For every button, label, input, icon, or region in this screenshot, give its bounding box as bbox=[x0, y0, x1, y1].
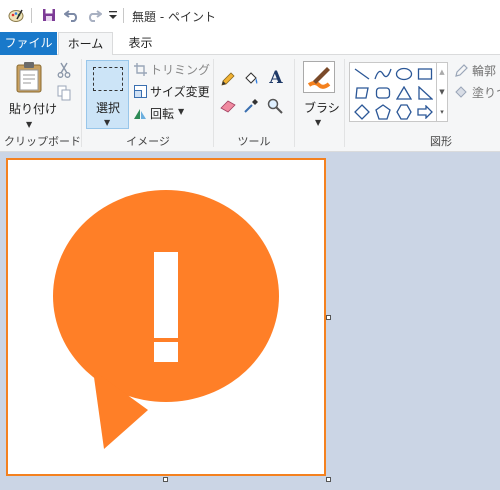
expand-gallery-icon[interactable]: ▾ bbox=[437, 105, 447, 119]
resize-handle-bottom[interactable] bbox=[163, 477, 168, 482]
title-separator bbox=[123, 8, 124, 23]
right-arrow-shape-icon[interactable] bbox=[415, 103, 435, 121]
group-separator bbox=[344, 59, 345, 147]
color-picker-icon[interactable] bbox=[242, 97, 260, 115]
speech-bubble-graphic bbox=[53, 190, 279, 449]
tools-group-label: ツール bbox=[237, 135, 271, 148]
paste-icon bbox=[14, 61, 44, 93]
rounded-rectangle-shape-icon[interactable] bbox=[373, 84, 393, 102]
outline-button[interactable]: 輪郭 bbox=[453, 62, 500, 79]
triangle-shape-icon[interactable] bbox=[394, 84, 414, 102]
fill-bucket-icon bbox=[453, 84, 469, 100]
fill-button[interactable]: 塗りつ bbox=[453, 84, 500, 101]
outline-label: 輪郭 bbox=[472, 64, 497, 78]
rotate-button[interactable]: 回転 ▼ bbox=[133, 105, 213, 122]
rotate-label: 回転 bbox=[150, 107, 175, 121]
resize-button[interactable]: サイズ変更 bbox=[133, 83, 213, 100]
drawing-canvas[interactable] bbox=[6, 158, 326, 476]
ribbon-tabs: ファイル ホーム 表示 bbox=[0, 32, 500, 56]
paste-label: 貼り付け bbox=[9, 102, 58, 116]
resize-icon bbox=[133, 84, 147, 98]
paste-dropdown-icon: ▼ bbox=[26, 120, 33, 129]
text-icon[interactable]: A bbox=[266, 68, 286, 88]
outline-icon bbox=[453, 62, 469, 78]
brushes-label: ブラシ bbox=[304, 101, 340, 115]
fill-label: 塗りつ bbox=[472, 86, 500, 100]
magnifier-icon[interactable] bbox=[266, 97, 284, 115]
shapes-group-label: 図形 bbox=[430, 135, 452, 148]
resize-handle-corner[interactable] bbox=[326, 477, 331, 482]
resize-handle-right[interactable] bbox=[326, 315, 331, 320]
line-shape-icon[interactable] bbox=[352, 65, 372, 83]
diamond-shape-icon[interactable] bbox=[352, 103, 372, 121]
crop-label: トリミング bbox=[150, 63, 211, 77]
brush-icon bbox=[303, 61, 335, 93]
image-group-label: イメージ bbox=[126, 135, 170, 148]
tab-view[interactable]: 表示 bbox=[113, 32, 168, 55]
crop-button[interactable]: トリミング bbox=[133, 61, 213, 78]
title-bar: 無題 - ペイント bbox=[0, 0, 500, 32]
tab-home[interactable]: ホーム bbox=[58, 32, 113, 56]
select-label: 選択 bbox=[96, 101, 121, 115]
ribbon: 貼り付け ▼ クリップボード 選択 ▼ トリミング サイズ変更 回転 ▼ イメー… bbox=[0, 55, 500, 152]
tab-file[interactable]: ファイル bbox=[0, 32, 57, 55]
oval-shape-icon[interactable] bbox=[394, 65, 414, 83]
cut-icon[interactable] bbox=[56, 62, 72, 78]
eraser-icon[interactable] bbox=[219, 97, 237, 115]
shapes-gallery bbox=[349, 62, 437, 122]
scroll-up-icon[interactable]: ▲ bbox=[437, 65, 447, 79]
crop-icon bbox=[133, 62, 147, 76]
rotate-dropdown-icon: ▼ bbox=[178, 107, 185, 116]
brushes-dropdown-icon: ▼ bbox=[315, 118, 322, 127]
undo-icon[interactable] bbox=[64, 7, 80, 23]
title-separator bbox=[31, 8, 32, 23]
brushes-button[interactable]: ブラシ ▼ bbox=[298, 59, 340, 129]
scroll-down-icon[interactable]: ▼ bbox=[437, 85, 447, 99]
pentagon-shape-icon[interactable] bbox=[373, 103, 393, 121]
select-dropdown-icon: ▼ bbox=[104, 118, 111, 127]
rectangle-shape-icon[interactable] bbox=[415, 65, 435, 83]
paint-app-icon[interactable] bbox=[8, 7, 24, 23]
copy-icon[interactable] bbox=[56, 85, 72, 101]
resize-label: サイズ変更 bbox=[150, 85, 210, 99]
save-icon[interactable] bbox=[41, 7, 57, 23]
group-separator bbox=[294, 59, 295, 147]
select-button[interactable]: 選択 ▼ bbox=[86, 60, 129, 129]
pencil-icon[interactable] bbox=[219, 70, 237, 88]
shapes-gallery-scrollbar[interactable]: ▲ ▼ ▾ bbox=[436, 62, 448, 122]
right-triangle-shape-icon[interactable] bbox=[415, 84, 435, 102]
redo-icon[interactable] bbox=[86, 7, 102, 23]
customize-dropdown-icon[interactable] bbox=[105, 7, 121, 23]
group-separator bbox=[81, 59, 82, 147]
select-icon bbox=[93, 67, 123, 91]
window-title: 無題 - ペイント bbox=[132, 10, 216, 24]
clipboard-group-label: クリップボード bbox=[4, 135, 81, 148]
curve-shape-icon[interactable] bbox=[373, 65, 393, 83]
polygon-shape-icon[interactable] bbox=[352, 84, 372, 102]
group-separator bbox=[213, 59, 214, 147]
hexagon-shape-icon[interactable] bbox=[394, 103, 414, 121]
paste-button[interactable]: 貼り付け ▼ bbox=[4, 58, 57, 129]
rotate-icon bbox=[133, 106, 147, 120]
fill-icon[interactable] bbox=[242, 70, 260, 88]
